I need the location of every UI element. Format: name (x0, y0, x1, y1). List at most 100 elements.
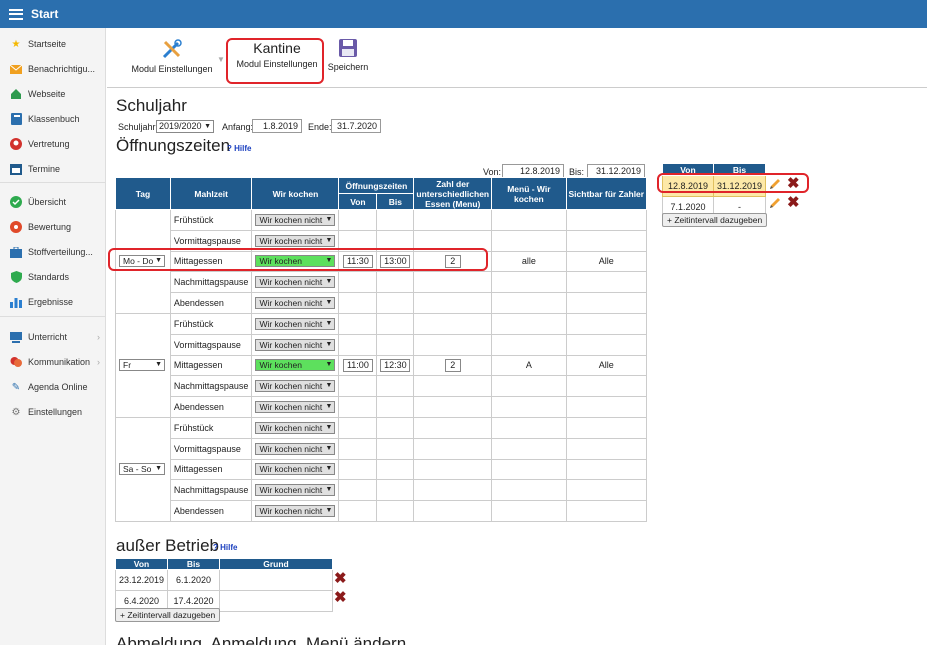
oeffnungszeiten-help-link[interactable]: ? Hilfe (227, 144, 251, 153)
sidebar-item-bewertung[interactable]: Bewertung (0, 217, 106, 237)
sidebar-item-standards[interactable]: Standards (0, 267, 106, 287)
add-interval-button[interactable]: + Zeitintervall dazugeben (662, 213, 768, 227)
wir-kochen-select[interactable]: Wir kochen nicht ▼ (255, 505, 336, 518)
sidebar-item-benachrichtigungen[interactable]: Benachrichtigu... (0, 59, 106, 79)
zahl-cell (413, 209, 493, 231)
header-sichtbar: Sichtbar für Zahler (565, 177, 648, 210)
zahl-cell (413, 333, 493, 356)
bis-input[interactable]: 31.12.2019 (587, 164, 645, 178)
ende-input[interactable]: 31.7.2020 (331, 119, 381, 133)
chevron-down-icon: ▼ (204, 123, 211, 130)
kochen-cell: Wir kochen nicht ▼ (251, 271, 340, 294)
bis-cell (376, 500, 415, 522)
ausser-row[interactable]: 23.12.2019 6.1.2020 (114, 569, 334, 591)
meal-cell: Frühstück (169, 312, 253, 335)
table-row: Nachmittagspause Wir kochen nicht ▼ (116, 375, 648, 398)
menu-cell (491, 416, 567, 439)
sidebar-item-ergebnisse[interactable]: Ergebnisse (0, 292, 106, 312)
wir-kochen-select[interactable]: Wir kochen nicht ▼ (255, 484, 336, 497)
pencil-icon[interactable] (768, 196, 782, 210)
wir-kochen-select[interactable]: Wir kochen nicht ▼ (255, 463, 336, 476)
wir-kochen-select[interactable]: Wir kochen nicht ▼ (255, 380, 336, 393)
grade-icon (10, 221, 22, 233)
tag-cell: Sa - So ▼ (115, 416, 171, 522)
bis-cell: 12:30 (376, 354, 415, 377)
sidebar-item-webseite[interactable]: Webseite (0, 84, 106, 104)
sidebar-item-klassenbuch[interactable]: Klassenbuch (0, 109, 106, 129)
table-row: Mo - Do ▼ Frühstück Wir kochen nicht ▼ (115, 209, 648, 314)
sidebar: ★ Startseite Benachrichtigu... Webseite K… (0, 28, 106, 645)
meal-cell: Frühstück (169, 209, 253, 231)
meal-cell: Abendessen (169, 500, 253, 522)
zahl-input[interactable]: 2 (444, 358, 461, 372)
von-time-input[interactable]: 11:00 (342, 358, 373, 372)
chevron-down-icon: ▼ (325, 319, 333, 327)
ausser-header-bis: Bis (167, 558, 220, 570)
schuljahr-select[interactable]: 2019/2020 ▼ (156, 120, 214, 133)
bis-cell (376, 375, 415, 398)
chevron-down-icon: ▼ (155, 361, 162, 369)
sidebar-item-startseite[interactable]: ★ Startseite (0, 34, 106, 54)
wir-kochen-select[interactable]: Wir kochen nicht ▼ (255, 401, 336, 414)
delete-x-icon[interactable]: ✖ (787, 195, 800, 210)
tag-select[interactable]: Fr ▼ (119, 359, 165, 372)
kochen-cell: Wir kochen nicht ▼ (251, 375, 340, 398)
wir-kochen-select[interactable]: Wir kochen nicht ▼ (255, 338, 336, 351)
von-cell (338, 479, 378, 502)
highlight-interval-row (657, 173, 809, 193)
menu-cell (491, 479, 567, 502)
wir-kochen-select[interactable]: Wir kochen nicht ▼ (255, 234, 336, 247)
wir-kochen-select[interactable]: Wir kochen nicht ▼ (255, 213, 336, 226)
pen-icon: ✎ (11, 381, 21, 393)
tag-cell: Fr ▼ (115, 312, 171, 418)
zahl-cell (413, 479, 493, 502)
sidebar-item-agenda-online[interactable]: ✎ Agenda Online (0, 377, 106, 397)
sidebar-item-termine[interactable]: Termine (0, 159, 106, 179)
sidebar-item-uebersicht[interactable]: Übersicht (0, 192, 106, 212)
menu-cell: A (491, 354, 567, 377)
anfang-input[interactable]: 1.8.2019 (252, 119, 302, 133)
wir-kochen-select[interactable]: Wir kochen nicht ▼ (255, 317, 336, 330)
von-input[interactable]: 12.8.2019 (502, 164, 564, 178)
dropdown-arrow-icon[interactable]: ▼ (217, 55, 225, 64)
sidebar-item-stoffverteilung[interactable]: Stoffverteilung... (0, 242, 106, 262)
kochen-cell: Wir kochen nicht ▼ (251, 292, 340, 314)
save-button[interactable]: Speichern (327, 38, 369, 72)
sidebar-item-einstellungen[interactable]: ⚙ Einstellungen (0, 402, 106, 422)
kochen-cell: Wir kochen nicht ▼ (251, 312, 340, 335)
von-cell (338, 292, 378, 314)
zahl-cell (413, 500, 493, 522)
modul-einstellungen-button[interactable]: Modul Einstellungen (127, 38, 217, 74)
table-row: Vormittagspause Wir kochen nicht ▼ (116, 437, 648, 460)
delete-x-icon[interactable]: ✖ (334, 590, 347, 605)
table-row: Abendessen Wir kochen nicht ▼ (116, 396, 648, 418)
wir-kochen-select[interactable]: Wir kochen ▼ (255, 359, 336, 372)
bis-time-input[interactable]: 12:30 (380, 358, 411, 372)
zahl-cell (413, 458, 493, 481)
kochen-cell: Wir kochen nicht ▼ (251, 416, 340, 439)
wir-kochen-select[interactable]: Wir kochen nicht ▼ (255, 421, 336, 434)
kochen-cell: Wir kochen nicht ▼ (251, 437, 340, 460)
ausser-betrieb-help-link[interactable]: ? Hilfe (213, 543, 237, 552)
tag-select[interactable]: Sa - So ▼ (119, 463, 165, 476)
chevron-down-icon: ▼ (325, 340, 333, 348)
sidebar-item-kommunikation[interactable]: Kommunikation › (0, 352, 106, 372)
home-icon (10, 88, 22, 100)
add-ausser-interval-button[interactable]: + Zeitintervall dazugeben (115, 608, 221, 622)
app-title[interactable]: Start (31, 7, 58, 21)
envelope-icon (10, 63, 22, 75)
wir-kochen-select[interactable]: Wir kochen nicht ▼ (255, 297, 336, 310)
oeffnungszeiten-title: Öffnungszeiten (116, 136, 231, 155)
bis-label: Bis: (569, 167, 585, 177)
wir-kochen-select[interactable]: Wir kochen nicht ▼ (255, 442, 336, 455)
von-cell (338, 396, 378, 418)
meal-cell: Mittagessen (169, 458, 253, 481)
hamburger-menu-icon[interactable] (9, 8, 23, 20)
anfang-label: Anfang: (222, 122, 254, 132)
wir-kochen-select[interactable]: Wir kochen nicht ▼ (255, 276, 336, 289)
sidebar-item-vertretung[interactable]: Vertretung (0, 134, 106, 154)
kochen-cell: Wir kochen ▼ (251, 354, 340, 377)
bis-cell (376, 458, 415, 481)
sidebar-item-unterricht[interactable]: Unterricht › (0, 327, 106, 347)
delete-x-icon[interactable]: ✖ (334, 571, 347, 586)
